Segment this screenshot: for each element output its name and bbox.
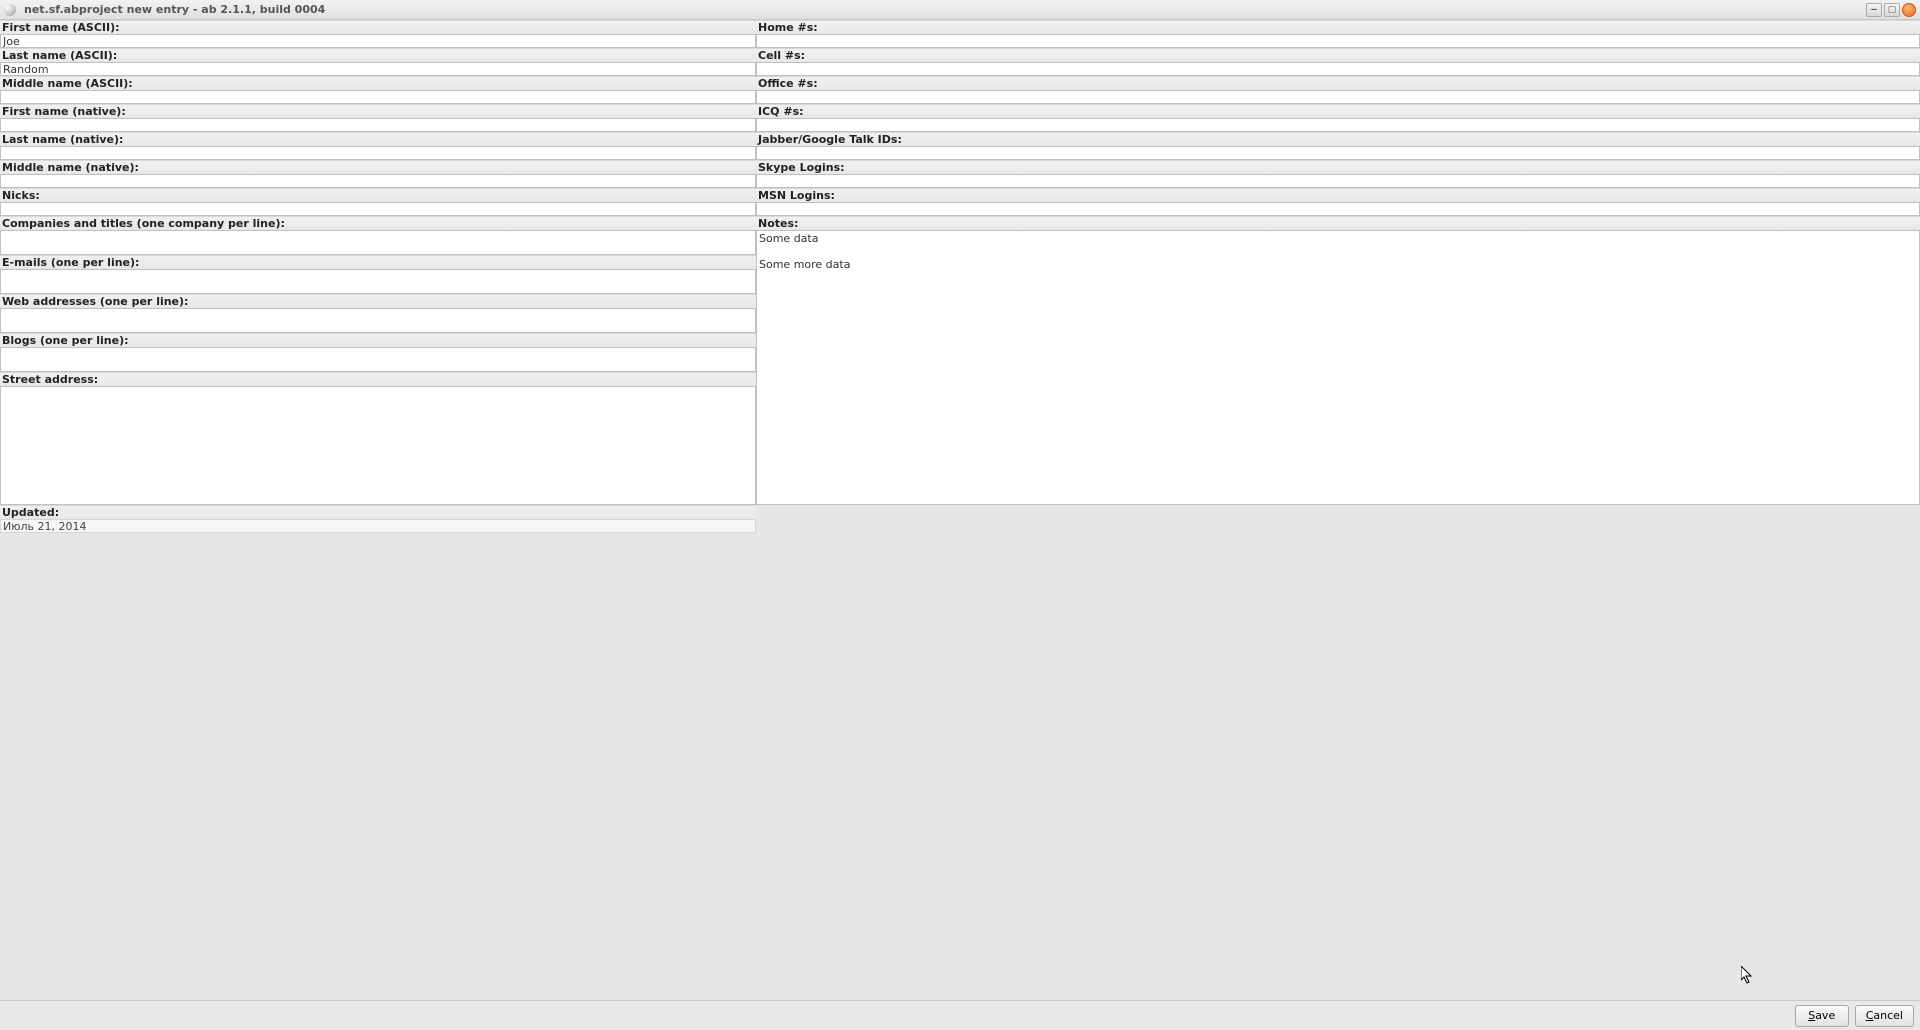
notes-label: Notes: (756, 216, 1920, 230)
skype-logins-input[interactable] (756, 174, 1920, 188)
nicks-input[interactable] (0, 202, 756, 216)
middle-name-ascii-input[interactable] (0, 90, 756, 104)
blogs-input[interactable] (0, 347, 756, 372)
home-numbers-input[interactable] (756, 34, 1920, 48)
maximize-button[interactable]: ▢ (1884, 3, 1900, 17)
web-input[interactable] (0, 308, 756, 333)
middle-name-native-label: Middle name (native): (0, 160, 756, 174)
button-bar: Save Cancel (0, 1000, 1920, 1030)
first-name-native-input[interactable] (0, 118, 756, 132)
skype-logins-label: Skype Logins: (756, 160, 1920, 174)
app-icon (4, 4, 16, 16)
save-button[interactable]: Save (1795, 1005, 1849, 1027)
last-name-ascii-input[interactable] (0, 62, 756, 76)
close-button[interactable] (1902, 3, 1916, 17)
updated-value (0, 519, 756, 533)
street-label: Street address: (0, 372, 756, 386)
last-name-native-input[interactable] (0, 146, 756, 160)
cell-numbers-label: Cell #s: (756, 48, 1920, 62)
icq-numbers-label: ICQ #s: (756, 104, 1920, 118)
notes-input[interactable] (756, 230, 1920, 505)
right-column: Home #s: Cell #s: Office #s: ICQ #s: Jab… (756, 20, 1920, 533)
first-name-native-label: First name (native): (0, 104, 756, 118)
minimize-button[interactable]: ‒ (1866, 3, 1882, 17)
home-numbers-label: Home #s: (756, 20, 1920, 34)
mouse-cursor-icon (1741, 966, 1755, 986)
emails-input[interactable] (0, 269, 756, 294)
titlebar: net.sf.abproject new entry - ab 2.1.1, b… (0, 0, 1920, 20)
jabber-ids-input[interactable] (756, 146, 1920, 160)
first-name-ascii-label: First name (ASCII): (0, 20, 756, 34)
middle-name-native-input[interactable] (0, 174, 756, 188)
left-column: First name (ASCII): Last name (ASCII): M… (0, 20, 756, 533)
jabber-ids-label: Jabber/Google Talk IDs: (756, 132, 1920, 146)
office-numbers-input[interactable] (756, 90, 1920, 104)
save-button-rest: ave (1815, 1009, 1835, 1022)
cell-numbers-input[interactable] (756, 62, 1920, 76)
web-label: Web addresses (one per line): (0, 294, 756, 308)
msn-logins-label: MSN Logins: (756, 188, 1920, 202)
companies-input[interactable] (0, 230, 756, 255)
office-numbers-label: Office #s: (756, 76, 1920, 90)
emails-label: E-mails (one per line): (0, 255, 756, 269)
first-name-ascii-input[interactable] (0, 34, 756, 48)
last-name-native-label: Last name (native): (0, 132, 756, 146)
cancel-button[interactable]: Cancel (1855, 1005, 1914, 1027)
companies-label: Companies and titles (one company per li… (0, 216, 756, 230)
cancel-button-rest: ancel (1873, 1009, 1903, 1022)
msn-logins-input[interactable] (756, 202, 1920, 216)
street-input[interactable] (0, 386, 756, 505)
form-area: First name (ASCII): Last name (ASCII): M… (0, 20, 1920, 533)
last-name-ascii-label: Last name (ASCII): (0, 48, 756, 62)
icq-numbers-input[interactable] (756, 118, 1920, 132)
nicks-label: Nicks: (0, 188, 756, 202)
window-title: net.sf.abproject new entry - ab 2.1.1, b… (24, 3, 1866, 16)
updated-label: Updated: (0, 505, 756, 519)
blogs-label: Blogs (one per line): (0, 333, 756, 347)
middle-name-ascii-label: Middle name (ASCII): (0, 76, 756, 90)
window-controls: ‒ ▢ (1866, 3, 1916, 17)
